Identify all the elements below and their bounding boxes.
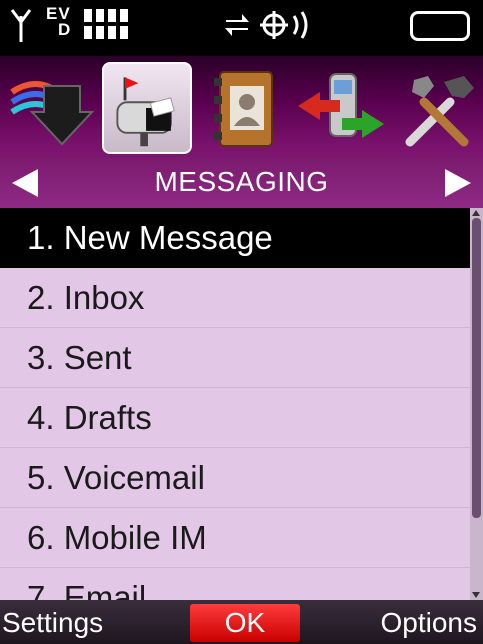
settings-softkey[interactable]: Settings (2, 606, 103, 640)
status-bar: EV D (0, 0, 483, 56)
menu-item-voicemail[interactable]: 5. Voicemail (0, 448, 470, 508)
signal-strength-icon (84, 9, 128, 39)
messaging-mailbox-icon[interactable] (102, 62, 192, 154)
phone-transfer-icon[interactable] (296, 62, 386, 154)
signal-antenna-icon (10, 9, 32, 42)
menu-item-new-message[interactable]: 1. New Message (0, 208, 470, 268)
location-gps-icon (260, 11, 308, 39)
tools-icon[interactable] (394, 62, 483, 154)
scrollbar-thumb[interactable] (472, 218, 481, 518)
data-transfer-icon (225, 14, 249, 36)
scroll-up-arrow-icon[interactable] (472, 210, 480, 216)
messaging-menu-list: 1. New Message 2. Inbox 3. Sent 4. Draft… (0, 208, 470, 600)
ok-softkey[interactable]: OK (190, 604, 300, 642)
menu-item-inbox[interactable]: 2. Inbox (0, 268, 470, 328)
menu-item-drafts[interactable]: 4. Drafts (0, 388, 470, 448)
title-row: MESSAGING (0, 156, 483, 208)
menu-header: MESSAGING (0, 56, 483, 208)
contacts-book-icon[interactable] (200, 62, 290, 154)
options-softkey[interactable]: Options (381, 606, 478, 640)
downloads-icon[interactable] (6, 62, 96, 154)
page-title: MESSAGING (154, 166, 329, 197)
scroll-down-arrow-icon[interactable] (472, 592, 480, 598)
menu-item-email[interactable]: 7. Email (0, 568, 470, 600)
battery-icon (410, 11, 470, 41)
softkey-bar: Settings OK Options (0, 600, 483, 644)
scrollbar[interactable] (470, 208, 483, 600)
network-label-bottom: D (58, 20, 71, 39)
menu-item-sent[interactable]: 3. Sent (0, 328, 470, 388)
menu-item-mobile-im[interactable]: 6. Mobile IM (0, 508, 470, 568)
next-menu-arrow-icon[interactable] (445, 169, 471, 197)
